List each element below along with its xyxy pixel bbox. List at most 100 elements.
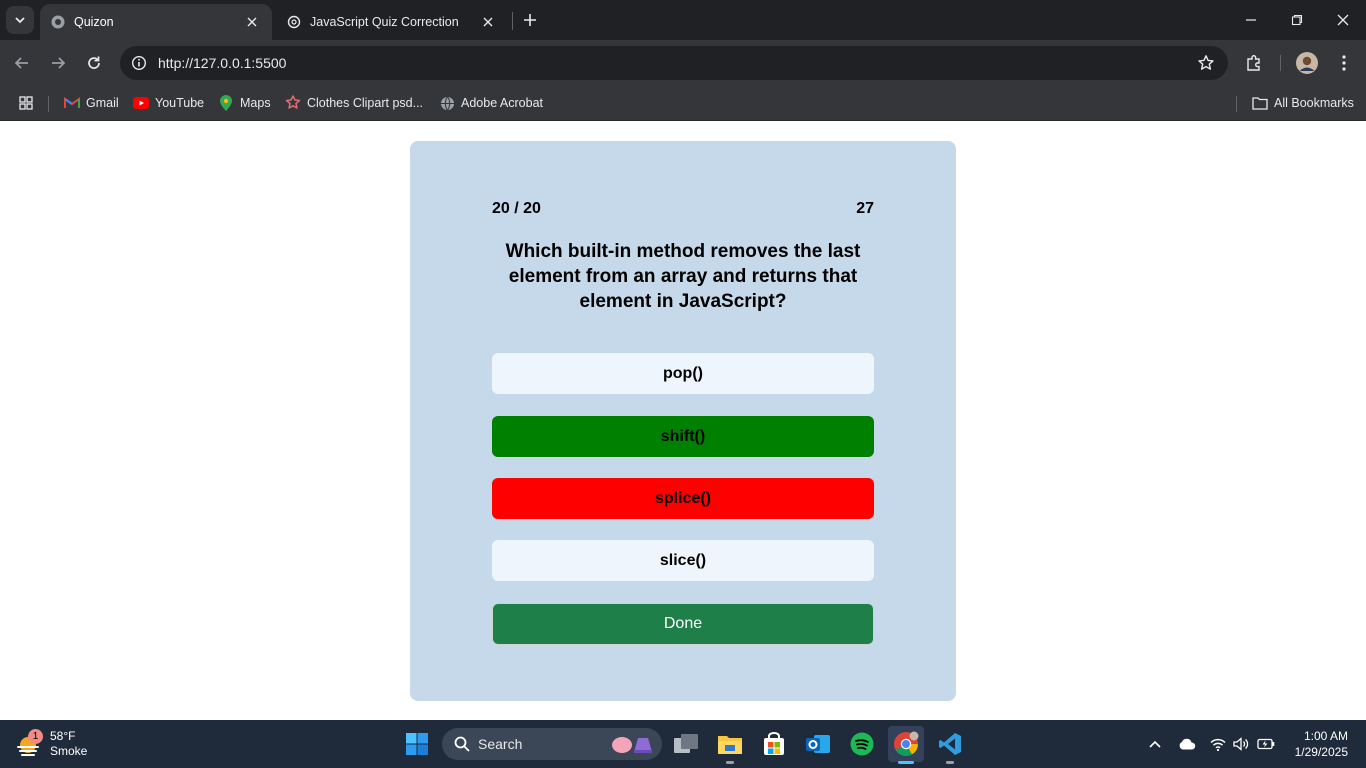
extensions-button[interactable] [1238,47,1270,79]
clock-time: 1:00 AM [1303,729,1348,743]
bookmark-youtube[interactable]: YouTube [133,92,204,114]
bookmark-clothes-clipart[interactable]: Clothes Clipart psd... [285,92,423,114]
running-indicator [726,761,734,764]
arrow-right-icon [52,57,66,69]
tab-javascript-quiz-correction[interactable]: JavaScript Quiz Correction [276,4,508,40]
back-button[interactable] [6,47,38,79]
question-text: Which built-in method removes the last e… [505,241,861,312]
maps-icon [218,95,234,111]
answer-option-shift[interactable]: shift() [492,416,874,457]
bookmark-label: Clothes Clipart psd... [307,96,424,110]
tab-divider [512,12,513,30]
chevron-down-icon [15,17,25,24]
running-indicator [898,761,914,764]
answer-option-label: pop() [663,364,703,382]
search-placeholder: Search [478,736,523,752]
folder-icon [718,736,742,754]
all-bookmarks-button[interactable]: All Bookmarks [1252,92,1354,114]
tab-search-button[interactable] [6,6,34,34]
close-icon[interactable] [242,12,262,32]
folder-icon [1252,95,1268,111]
spotify-button[interactable] [844,726,880,762]
chrome-icon [894,731,919,757]
network-button[interactable] [1207,732,1229,756]
outlook-button[interactable] [800,726,836,762]
answer-option-slice[interactable]: slice() [492,540,874,581]
address-bar[interactable]: http://127.0.0.1:5500 [120,46,1228,80]
tab-strip: Quizon JavaScript Quiz Correction [0,0,1366,40]
show-hidden-icons-button[interactable] [1144,732,1166,756]
question-counter: 20 / 20 [492,200,541,217]
taskbar: 1 58°F Smoke Search 1:00 AM 1/29/2025 [0,720,1366,768]
close-icon[interactable] [478,12,498,32]
file-explorer-button[interactable] [712,726,748,764]
tab-title: Quizon [74,15,114,29]
avatar [1296,52,1318,74]
bookmark-label: Gmail [86,96,119,110]
quiz-card: 20 / 20 27 Which built-in method removes… [410,141,956,701]
bookmark-adobe-acrobat[interactable]: Adobe Acrobat [439,92,543,114]
weather-widget[interactable]: 1 58°F Smoke [14,726,87,762]
chrome-button[interactable] [888,726,924,764]
task-view-icon [674,734,698,753]
task-view-button[interactable] [668,726,704,762]
profile-button[interactable] [1291,47,1323,79]
onedrive-button[interactable] [1176,732,1198,756]
puzzle-icon [1247,55,1260,71]
minimize-icon [1246,19,1256,21]
tab-title: JavaScript Quiz Correction [310,15,459,29]
microsoft-store-button[interactable] [756,726,792,762]
apps-button[interactable] [18,92,40,114]
running-indicator [946,761,954,764]
chevron-up-icon [1149,740,1161,748]
weather-condition: Smoke [50,744,88,758]
tab-quizon[interactable]: Quizon [40,4,272,40]
close-window-button[interactable] [1320,0,1366,40]
answer-option-pop[interactable]: pop() [492,353,874,394]
vscode-button[interactable] [932,726,968,764]
battery-icon [1257,738,1275,750]
start-button[interactable] [399,726,435,762]
bookmark-maps[interactable]: Maps [218,92,271,114]
all-bookmarks-label: All Bookmarks [1274,96,1354,110]
bookmark-label: YouTube [155,96,205,110]
menu-button[interactable] [1328,47,1360,79]
taskbar-search[interactable]: Search [442,728,662,760]
done-button-label: Done [663,615,703,632]
clothes-clipart-icon [285,95,301,111]
toolbar-divider [1280,55,1281,71]
site-info-icon[interactable] [122,46,156,80]
bookmark-star-icon[interactable] [1196,53,1216,73]
bookmarks-bar: Gmail YouTube Maps Clothes Clipart psd..… [0,86,1366,121]
forward-button[interactable] [42,47,74,79]
bookmarks-divider [1236,96,1237,112]
answer-option-label: splice() [654,489,711,507]
volume-button[interactable] [1230,732,1252,756]
spotify-icon [850,732,874,756]
outlook-icon [806,735,830,753]
vscode-icon [939,733,961,755]
answer-option-label: shift() [660,427,706,445]
answer-option-splice[interactable]: splice() [492,478,874,519]
minimize-button[interactable] [1228,0,1274,40]
gmail-icon [64,95,80,111]
chatgpt-icon [286,14,302,30]
cloud-icon [1179,738,1196,750]
apps-grid-icon [18,95,34,111]
done-button[interactable]: Done [492,603,874,645]
bookmark-gmail[interactable]: Gmail [64,92,119,114]
reload-icon [88,56,100,69]
wifi-icon [1210,738,1226,751]
clock-date: 1/29/2025 [1294,745,1348,759]
system-clock[interactable]: 1:00 AM 1/29/2025 [1295,728,1348,760]
close-icon [1337,14,1349,26]
weather-icon: 1 [14,729,44,759]
battery-button[interactable] [1255,732,1277,756]
reload-button[interactable] [78,47,110,79]
store-icon [764,732,784,755]
arrow-left-icon [14,57,28,69]
url-text[interactable]: http://127.0.0.1:5500 [158,55,286,71]
bookmark-label: Adobe Acrobat [461,96,544,110]
restore-button[interactable] [1274,0,1320,40]
new-tab-button[interactable] [518,8,542,32]
